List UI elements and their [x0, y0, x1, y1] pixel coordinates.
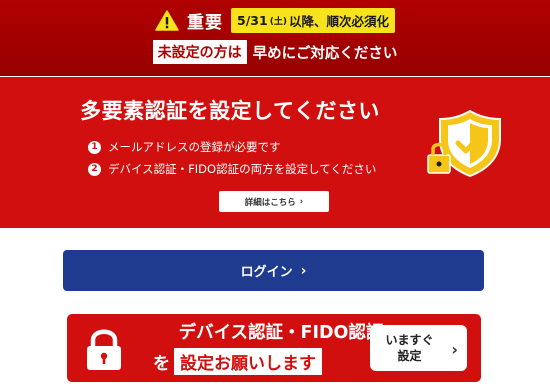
- deadline-text: 以降、順次必須化: [288, 13, 389, 29]
- lock-icon: [427, 142, 451, 174]
- notice-subline: 未設定の方は 早めにご対応ください: [0, 40, 550, 64]
- login-label: ログイン: [240, 265, 293, 280]
- details-button[interactable]: 詳細はこちら ›: [219, 191, 329, 212]
- chevron-right-icon: ›: [299, 196, 304, 207]
- mfa-requirement-text: デバイス認証・FIDO認証の両方を設定してください: [108, 162, 377, 176]
- warning-icon: [155, 9, 179, 31]
- notice-action-text: 早めにご対応ください: [252, 45, 398, 62]
- item-number-badge: 2: [88, 162, 101, 176]
- cta-subline: を 設定お願いします: [153, 347, 322, 375]
- details-label: 詳細はこちら: [244, 197, 296, 208]
- login-button[interactable]: ログイン ›: [63, 250, 484, 291]
- mfa-requirement-text: メールアドレスの登録が必要です: [108, 140, 281, 154]
- cta-request-text: 設定お願いします: [174, 347, 322, 375]
- deadline-badge: 5/31 (土) 以降、順次必須化: [231, 7, 395, 33]
- deadline-date: 5/31: [237, 12, 268, 28]
- deadline-weekday: (土): [269, 16, 287, 27]
- mfa-panel: 多要素認証を設定してください 1 メールアドレスの登録が必要です 2 デバイス認…: [0, 77, 550, 228]
- notice-headline: 重要 5/31 (土) 以降、順次必須化: [0, 7, 550, 33]
- important-label: 重要: [187, 12, 224, 33]
- chevron-right-icon: ›: [451, 340, 458, 359]
- important-notice-banner: 重要 5/31 (土) 以降、順次必須化 未設定の方は 早めにご対応ください: [0, 0, 550, 76]
- setup-now-button[interactable]: いますぐ 設定 ›: [370, 325, 467, 371]
- cta-particle: を: [153, 353, 170, 374]
- device-auth-cta-banner[interactable]: デバイス認証・FIDO認証 を 設定お願いします いますぐ 設定 ›: [67, 314, 481, 382]
- lock-icon: [84, 327, 124, 371]
- unset-users-badge: 未設定の方は: [152, 40, 247, 64]
- setup-now-line1: いますぐ: [385, 332, 434, 347]
- item-number-badge: 1: [88, 140, 101, 154]
- mfa-requirement-item: 2 デバイス認証・FIDO認証の両方を設定してください: [88, 161, 376, 177]
- shield-icon: [426, 109, 506, 179]
- mfa-title: 多要素認証を設定してください: [80, 99, 380, 123]
- chevron-right-icon: ›: [300, 262, 307, 279]
- mfa-requirement-item: 1 メールアドレスの登録が必要です: [88, 139, 281, 155]
- setup-now-line2: 設定: [397, 349, 422, 363]
